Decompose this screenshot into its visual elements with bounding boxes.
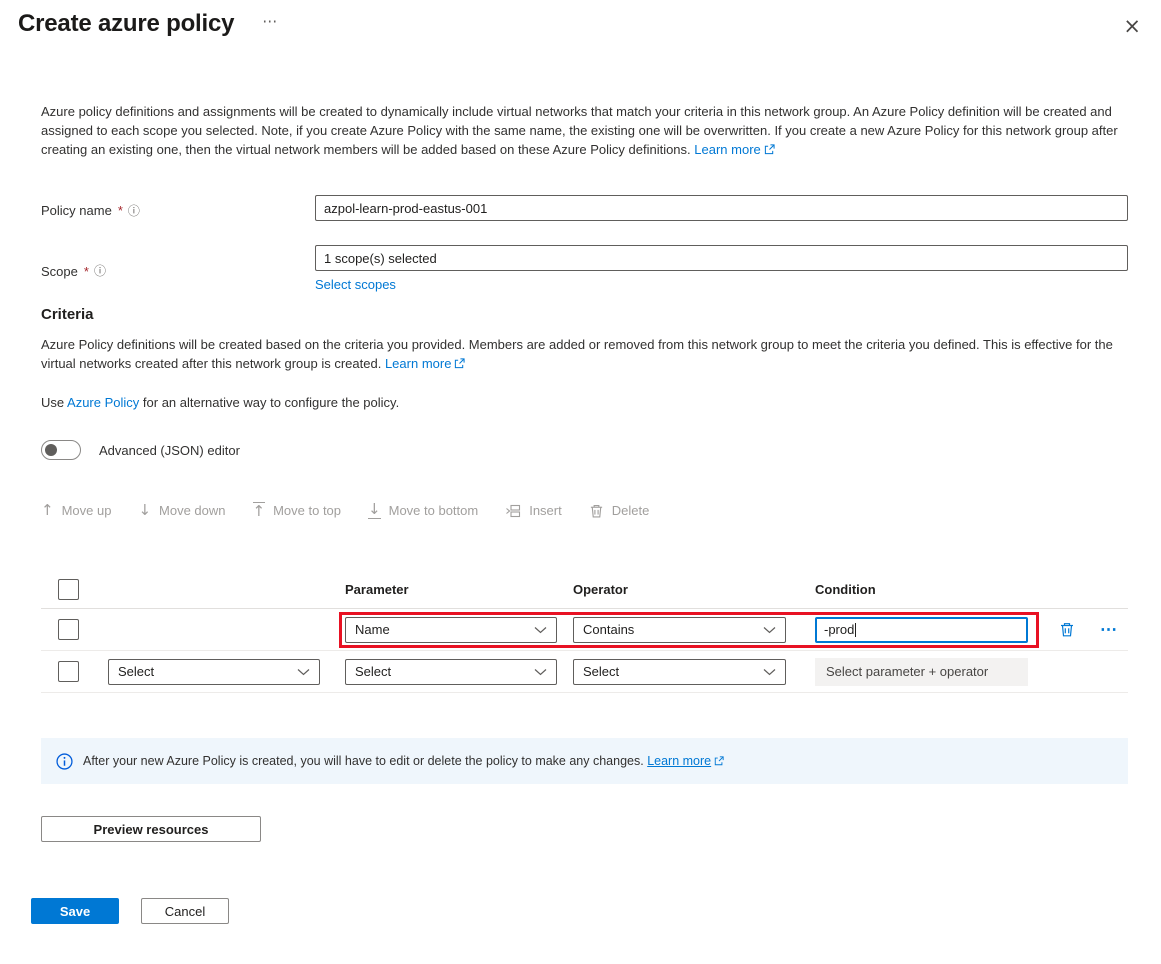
- operator-dropdown[interactable]: Contains: [573, 617, 786, 643]
- move-up-button[interactable]: ↑ Move up: [41, 503, 111, 518]
- arrow-to-top-icon: ↑: [253, 502, 266, 519]
- external-link-icon: [454, 358, 465, 369]
- trash-icon: [589, 503, 604, 519]
- footer: Save Cancel: [0, 898, 1161, 924]
- insert-button[interactable]: Insert: [505, 503, 562, 519]
- panel-header: Create azure policy ⋯ ×: [0, 0, 1161, 40]
- chevron-down-icon: [297, 668, 310, 676]
- policy-name-label: Policy name* ⓘ: [41, 195, 315, 221]
- toggle-label: Advanced (JSON) editor: [99, 443, 240, 458]
- preview-resources-button[interactable]: Preview resources: [41, 816, 261, 842]
- column-header-condition: Condition: [815, 582, 1028, 597]
- criteria-toolbar: ↑ Move up ↓ Move down ↑ Move to top ↓ Mo…: [41, 502, 1128, 519]
- criteria-row-1: Name Contains -prod ⋯: [41, 609, 1128, 651]
- scope-row: Scope* ⓘ Select scopes: [41, 245, 1128, 292]
- column-header-operator: Operator: [573, 582, 786, 597]
- condition-disabled-field: Select parameter + operator: [815, 658, 1028, 686]
- page-title: Create azure policy: [18, 10, 234, 38]
- banner-text: After your new Azure Policy is created, …: [83, 754, 724, 768]
- row-checkbox[interactable]: [58, 661, 79, 682]
- arrow-to-bottom-icon: ↓: [368, 502, 381, 519]
- save-button[interactable]: Save: [31, 898, 119, 924]
- policy-name-row: Policy name* ⓘ: [41, 195, 1128, 221]
- cancel-button[interactable]: Cancel: [141, 898, 229, 924]
- move-to-top-button[interactable]: ↑ Move to top: [253, 502, 342, 519]
- chevron-down-icon: [534, 668, 547, 676]
- chevron-down-icon: [763, 668, 776, 676]
- select-scopes-link[interactable]: Select scopes: [315, 277, 396, 292]
- logical-operator-dropdown[interactable]: Select: [108, 659, 320, 685]
- scope-label: Scope* ⓘ: [41, 245, 315, 292]
- intro-text: Azure policy definitions and assignments…: [41, 104, 1118, 157]
- info-icon: ⓘ: [94, 265, 106, 277]
- trash-icon: [1059, 621, 1075, 638]
- table-header-row: Parameter Operator Condition: [41, 571, 1128, 609]
- delete-row-button[interactable]: [1059, 621, 1075, 638]
- toggle-knob-icon: [45, 444, 57, 456]
- text-cursor: [855, 623, 856, 637]
- condition-input[interactable]: -prod: [815, 617, 1028, 643]
- scope-input[interactable]: [315, 245, 1128, 271]
- move-to-bottom-button[interactable]: ↓ Move to bottom: [368, 502, 478, 519]
- criteria-row-2: Select Select Select Select parameter + …: [41, 651, 1128, 693]
- policy-name-input[interactable]: [315, 195, 1128, 221]
- external-link-icon: [764, 144, 775, 155]
- required-asterisk: *: [118, 203, 123, 218]
- row-checkbox[interactable]: [58, 619, 79, 640]
- chevron-down-icon: [534, 626, 547, 634]
- parameter-dropdown[interactable]: Name: [345, 617, 557, 643]
- required-asterisk: *: [84, 264, 89, 279]
- alternative-config-line: Use Azure Policy for an alternative way …: [41, 395, 1128, 410]
- criteria-description: Azure Policy definitions will be created…: [41, 335, 1128, 373]
- operator-dropdown[interactable]: Select: [573, 659, 786, 685]
- more-options-icon[interactable]: ⋯: [262, 12, 278, 30]
- parameter-dropdown[interactable]: Select: [345, 659, 557, 685]
- info-icon: ⓘ: [128, 205, 140, 217]
- info-icon: [56, 753, 73, 770]
- azure-policy-link[interactable]: Azure Policy: [67, 395, 139, 410]
- row-more-options-icon[interactable]: ⋯: [1100, 625, 1118, 635]
- arrow-down-icon: ↓: [138, 503, 151, 518]
- delete-button[interactable]: Delete: [589, 503, 650, 519]
- intro-learn-more-link[interactable]: Learn more: [694, 142, 774, 157]
- chevron-down-icon: [763, 626, 776, 634]
- banner-learn-more-link[interactable]: Learn more: [647, 754, 724, 768]
- criteria-learn-more-link[interactable]: Learn more: [385, 356, 465, 371]
- arrow-up-icon: ↑: [41, 503, 54, 518]
- column-header-parameter: Parameter: [345, 582, 557, 597]
- insert-row-icon: [505, 503, 521, 519]
- select-all-checkbox[interactable]: [58, 579, 79, 600]
- criteria-table: Parameter Operator Condition Name Contai…: [41, 571, 1128, 693]
- intro-paragraph: Azure policy definitions and assignments…: [41, 102, 1128, 159]
- advanced-editor-toggle-row: Advanced (JSON) editor: [41, 440, 1128, 460]
- external-link-icon: [714, 756, 724, 766]
- criteria-heading: Criteria: [41, 306, 1128, 323]
- info-banner: After your new Azure Policy is created, …: [41, 738, 1128, 784]
- close-icon[interactable]: ×: [1123, 16, 1141, 36]
- criteria-text: Azure Policy definitions will be created…: [41, 337, 1113, 371]
- advanced-editor-toggle[interactable]: [41, 440, 81, 460]
- move-down-button[interactable]: ↓ Move down: [138, 503, 225, 518]
